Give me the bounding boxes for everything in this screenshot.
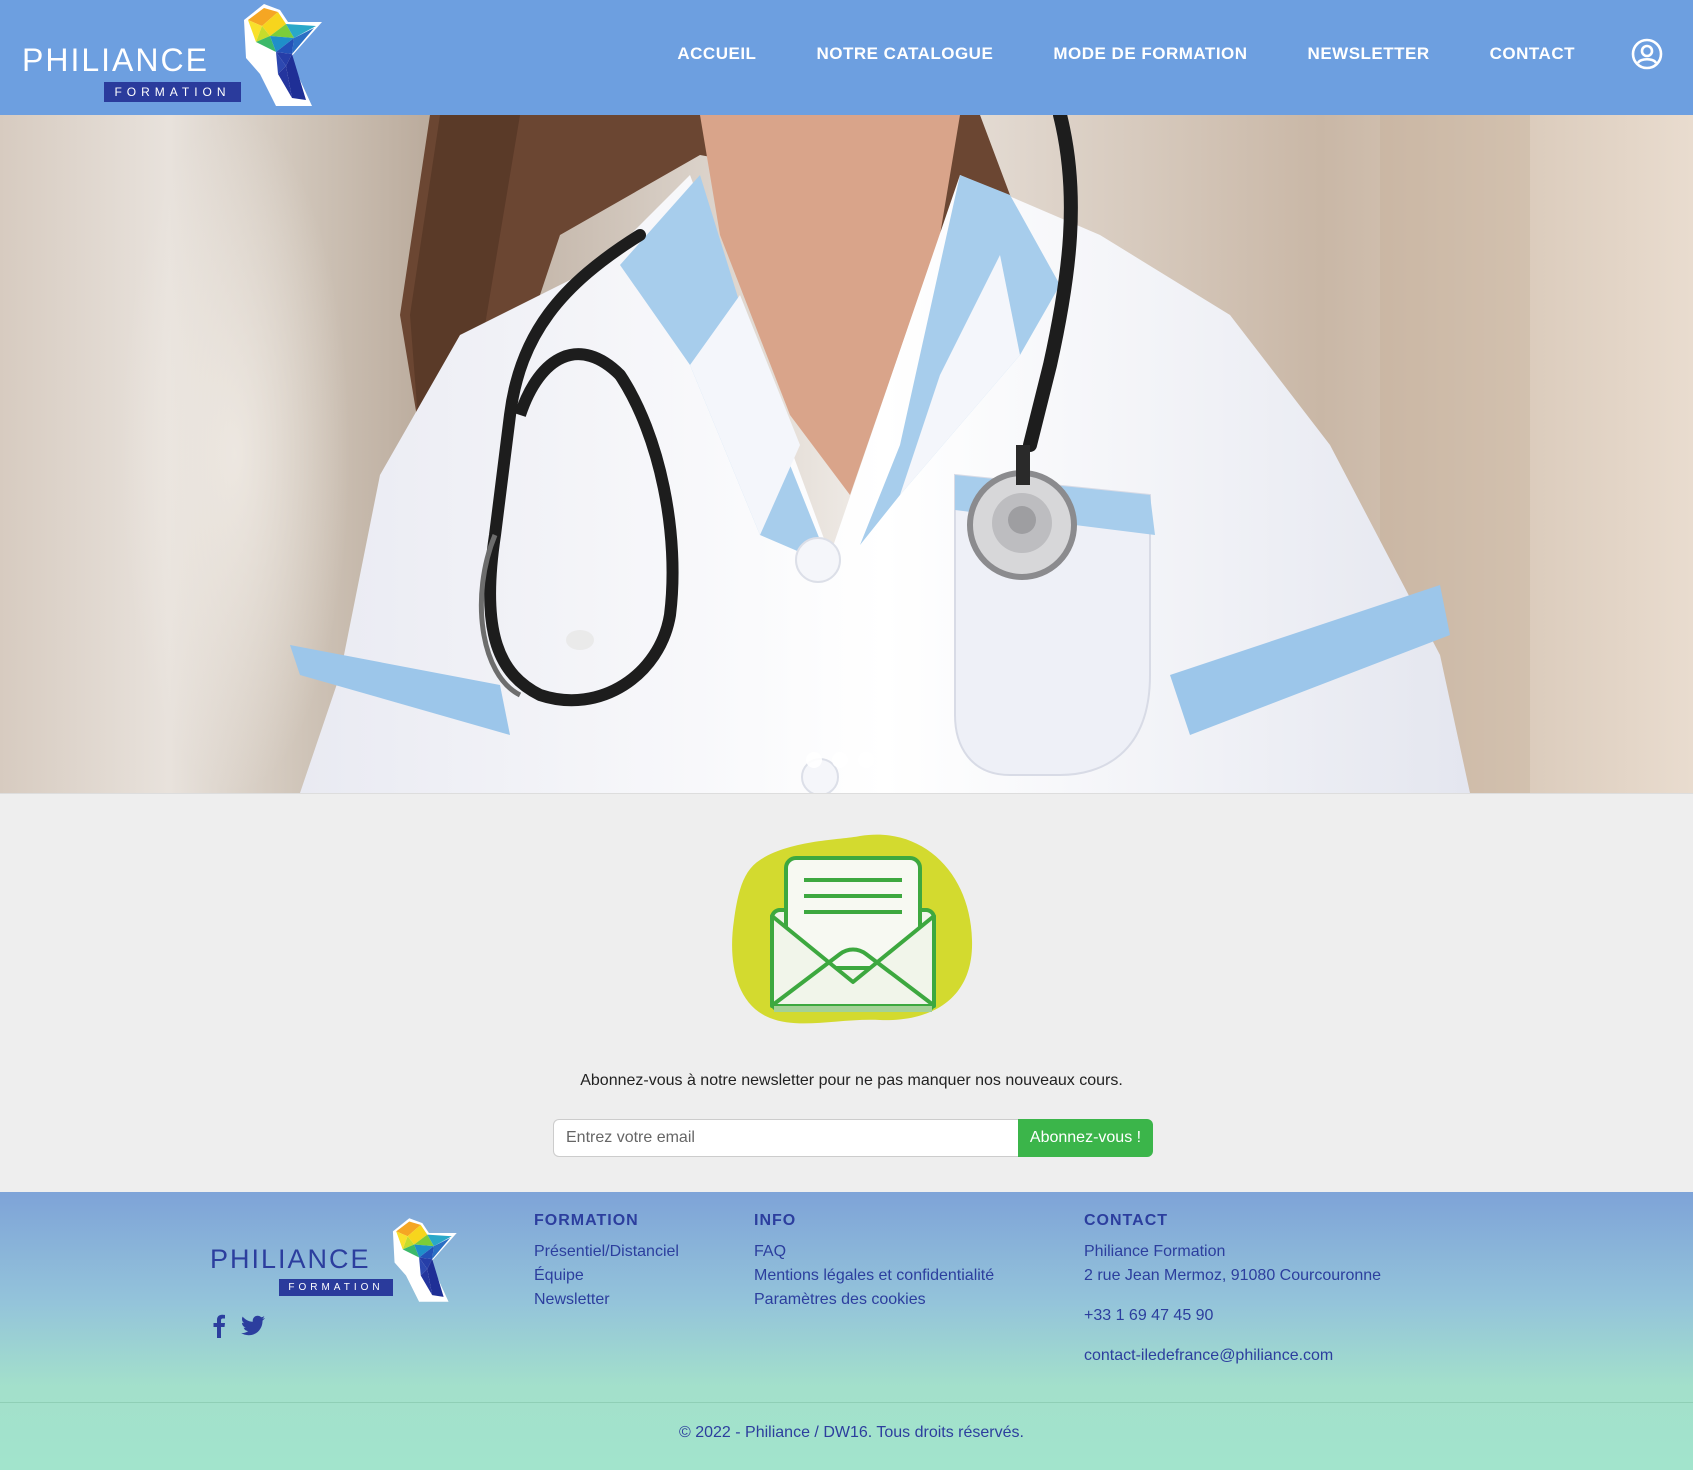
footer-formation-title: FORMATION [534, 1212, 639, 1229]
carousel-dot-3[interactable] [858, 752, 874, 768]
footer-link-cookies[interactable]: Paramètres des cookies [754, 1288, 994, 1312]
bird-logo-icon [244, 4, 322, 106]
philiance-logo[interactable]: PHILIANCE FORMATION [20, 2, 330, 108]
carousel-dot-1[interactable] [806, 752, 822, 768]
copyright-text: © 2022 - Philiance / DW16. Tous droits r… [679, 1424, 1024, 1441]
contact-email[interactable]: contact-iledefrance@philiance.com [1084, 1344, 1381, 1368]
site-footer: PHILIANCE FORMATION FORMATION Présentiel… [0, 1192, 1693, 1470]
main-nav: ACCUEIL NOTRE CATALOGUE MODE DE FORMATIO… [677, 0, 1693, 108]
footer-contact-column: CONTACT Philiance Formation 2 rue Jean M… [1084, 1212, 1381, 1368]
twitter-icon[interactable] [240, 1315, 266, 1337]
footer-contact-title: CONTACT [1084, 1212, 1169, 1229]
logo-wordmark: PHILIANCE [22, 42, 209, 78]
carousel-dots [806, 752, 874, 768]
footer-link-mentions[interactable]: Mentions légales et confidentialité [754, 1264, 994, 1288]
footer-formation-column: FORMATION Présentiel/Distanciel Équipe N… [534, 1212, 679, 1312]
nav-catalogue[interactable]: NOTRE CATALOGUE [816, 44, 993, 64]
contact-name: Philiance Formation [1084, 1243, 1226, 1260]
nav-contact[interactable]: CONTACT [1490, 44, 1575, 64]
nav-mode-formation[interactable]: MODE DE FORMATION [1053, 44, 1247, 64]
envelope-letter-icon [732, 834, 973, 1024]
contact-address: 2 rue Jean Mermoz, 91080 Courcouronne [1084, 1267, 1382, 1284]
newsletter-section: Abonnez-vous à notre newsletter pour ne … [0, 793, 1693, 1192]
nav-accueil[interactable]: ACCUEIL [677, 44, 756, 64]
newsletter-text: Abonnez-vous à notre newsletter pour ne … [580, 1072, 1123, 1089]
nav-newsletter[interactable]: NEWSLETTER [1308, 44, 1430, 64]
contact-phone[interactable]: +33 1 69 47 45 90 [1084, 1304, 1381, 1328]
facebook-icon[interactable] [212, 1314, 226, 1338]
user-circle-icon[interactable] [1631, 38, 1663, 70]
footer-divider [0, 1402, 1693, 1403]
footer-link-equipe[interactable]: Équipe [534, 1264, 679, 1288]
footer-logo[interactable]: PHILIANCE FORMATION [210, 1216, 460, 1304]
footer-link-faq[interactable]: FAQ [754, 1240, 994, 1264]
hero-doctor-image [120, 115, 1530, 793]
footer-logo-wordmark: PHILIANCE [210, 1244, 371, 1274]
social-links [212, 1314, 266, 1338]
footer-link-presentiel[interactable]: Présentiel/Distanciel [534, 1240, 679, 1264]
subscribe-button[interactable]: Abonnez-vous ! [1018, 1119, 1153, 1157]
email-input[interactable] [553, 1119, 1018, 1157]
newsletter-form: Abonnez-vous ! [553, 1119, 1153, 1157]
bird-logo-icon [392, 1218, 457, 1302]
site-header: PHILIANCE FORMATION ACCUEIL NOTRE CATALO… [0, 0, 1693, 115]
footer-info-title: INFO [754, 1212, 797, 1229]
carousel-dot-2[interactable] [832, 752, 848, 768]
footer-link-newsletter[interactable]: Newsletter [534, 1288, 679, 1312]
footer-info-column: INFO FAQ Mentions légales et confidentia… [754, 1212, 994, 1312]
hero-carousel[interactable] [0, 115, 1693, 793]
